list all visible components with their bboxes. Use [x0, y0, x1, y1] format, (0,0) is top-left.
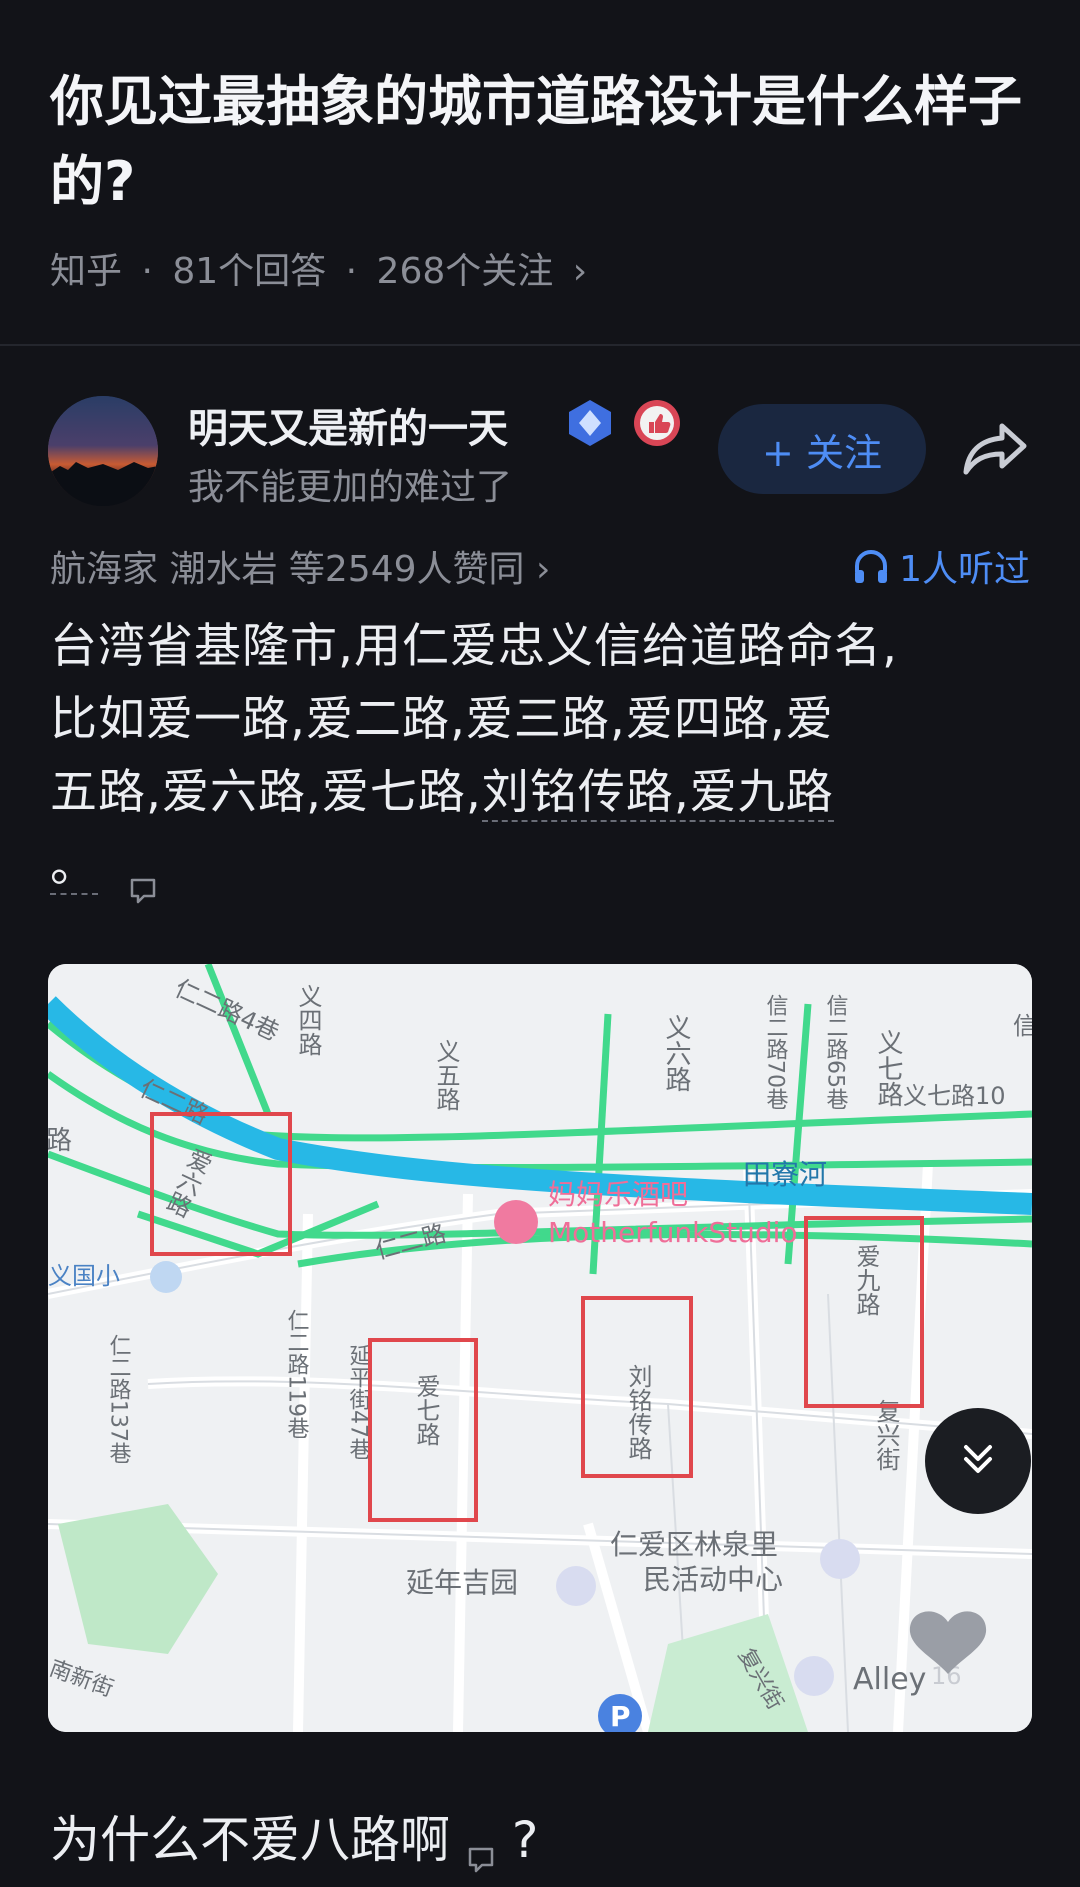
author-name[interactable]: 明天又是新的一天: [188, 396, 508, 454]
map-label: 仁二路119巷: [284, 1309, 310, 1439]
agree-summary[interactable]: 航海家 潮水岩 等2549人赞同 ›: [50, 540, 550, 592]
map-label: 田寮河: [743, 1158, 827, 1191]
question-meta[interactable]: 知乎 · 81个回答 · 268个关注 ›: [50, 242, 595, 294]
map-label: 复兴街: [872, 1399, 900, 1471]
body-line: 比如爱一路,爱二路,爱三路,爱四路,爱: [50, 692, 834, 747]
map-label: 信二路70巷: [763, 994, 789, 1110]
answer-body: 台湾省基隆市,用仁爱忠义信给道路命名, 比如爱一路,爱二路,爱三路,爱四路,爱 …: [50, 610, 1040, 903]
map-label: 延年吉园: [406, 1566, 518, 1599]
section-divider: [0, 344, 1080, 346]
meta-separator: ·: [345, 251, 358, 292]
body-line: 台湾省基隆市,用仁爱忠义信给道路命名,: [50, 619, 898, 674]
map-label: 义五路: [432, 1039, 460, 1111]
parking-icon: P: [610, 1700, 631, 1732]
share-icon[interactable]: [960, 418, 1030, 478]
map-label: 信: [1013, 1012, 1032, 1040]
meta-separator: ·: [141, 251, 153, 292]
map-label: 义七路10: [903, 1082, 1006, 1110]
map-label: 刘铭传路: [624, 1364, 652, 1460]
closing-line: 为什么不爱八路啊 ?: [50, 1811, 539, 1872]
listen-text: 1人听过: [899, 549, 1030, 590]
scroll-down-button[interactable]: [925, 1408, 1031, 1514]
avatar[interactable]: [48, 396, 158, 506]
underlined-text[interactable]: 刘铭传路,爱九路: [481, 765, 834, 822]
double-chevron-down-icon: [958, 1439, 998, 1483]
map-label: 义六路: [661, 1014, 691, 1092]
comment-bubble-icon[interactable]: [466, 1829, 496, 1872]
comment-bubble-icon[interactable]: [128, 854, 158, 903]
verified-badge-icon: [565, 398, 615, 448]
headphones-icon: [851, 546, 891, 586]
answer-count: 81个回答: [172, 251, 327, 292]
thumbs-up-badge-icon: [632, 398, 682, 448]
chevron-right-icon: ›: [572, 251, 588, 292]
follower-count: 268个关注: [376, 251, 554, 292]
question-title[interactable]: 你见过最抽象的城市道路设计是什么样子的?: [50, 62, 1030, 222]
map-label: MotherfunkStudio: [548, 1216, 798, 1249]
map-label: 妈妈乐酒吧: [548, 1178, 688, 1211]
map-label: 路: [48, 1126, 72, 1156]
follow-button[interactable]: + 关注: [718, 404, 926, 494]
listen-count[interactable]: 1人听过: [851, 540, 1030, 592]
map-label: 民活动中心: [643, 1563, 783, 1596]
body-line: 。: [50, 829, 1040, 903]
map-label: 仁爱区林泉里: [610, 1528, 778, 1561]
map-label: 仁二路137巷: [106, 1334, 132, 1464]
source-label: 知乎: [50, 251, 123, 292]
map-label: 义国小: [48, 1262, 120, 1290]
author-bio: 我不能更加的难过了: [188, 467, 513, 508]
map-label: 信二路65巷: [823, 994, 849, 1110]
map-label: 延平街47巷: [346, 1344, 372, 1460]
map-label: 义七路: [873, 1029, 903, 1107]
body-line: 五路,爱六路,爱七路,刘铭传路,爱九路: [50, 765, 834, 822]
map-image[interactable]: 仁二路4巷 义四路 义五路 义六路 信二路70巷 信二路65巷 义七路 义七路1…: [48, 964, 1032, 1732]
map-label: 义四路: [294, 984, 322, 1056]
map-label: Alley: [853, 1662, 926, 1697]
map-label: 爱七路: [412, 1374, 440, 1446]
map-label: 爱九路: [852, 1244, 880, 1316]
